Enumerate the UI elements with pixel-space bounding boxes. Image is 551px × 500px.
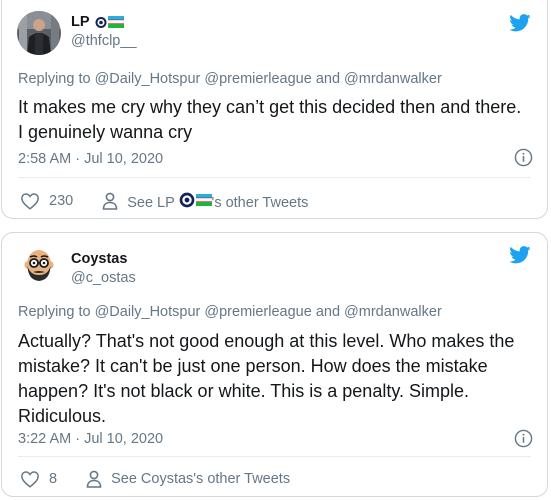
display-name-text: LP bbox=[71, 14, 90, 30]
heart-icon bbox=[21, 193, 39, 210]
see-other-tweets-text: See Coystas's other Tweets bbox=[111, 471, 291, 487]
uzbekistan-flag-icon bbox=[107, 16, 124, 28]
see-other-tweets-link[interactable]: See Coystas's other Tweets bbox=[86, 470, 290, 488]
display-name[interactable]: LP bbox=[71, 13, 137, 31]
person-icon bbox=[86, 470, 102, 488]
tweet-card[interactable]: Coystas @c_ostas Replying to @Daily_Hots… bbox=[1, 232, 548, 497]
see-other-tweets-link[interactable]: See LP 's other Tweets bbox=[102, 191, 308, 211]
tottenham-crest-icon bbox=[95, 16, 107, 28]
reply-mentions[interactable]: @Daily_Hotspur @premierleague and @mrdan… bbox=[95, 71, 442, 87]
twitter-bird-icon[interactable] bbox=[509, 14, 531, 32]
replying-to: Replying to @Daily_Hotspur @premierleagu… bbox=[18, 71, 442, 87]
cartoon-avatar bbox=[17, 244, 61, 288]
info-icon[interactable] bbox=[514, 148, 533, 167]
avatar[interactable] bbox=[17, 11, 61, 55]
tweet-text: Actually? That's not good enough at this… bbox=[18, 331, 515, 426]
replying-to-prefix: Replying to bbox=[18, 71, 91, 87]
timestamp[interactable]: 2:58 AM · Jul 10, 2020 bbox=[18, 151, 163, 167]
divider bbox=[18, 456, 531, 457]
tweet-text: It makes me cry why they can’t get this … bbox=[18, 97, 522, 142]
tottenham-crest-icon bbox=[179, 192, 194, 208]
profile-photo bbox=[17, 11, 61, 55]
person-icon bbox=[102, 192, 118, 210]
handle[interactable]: @thfclp__ bbox=[71, 32, 137, 51]
replying-to: Replying to @Daily_Hotspur @premierleagu… bbox=[18, 304, 442, 320]
like-count: 8 bbox=[49, 471, 58, 487]
handle[interactable]: @c_ostas bbox=[71, 269, 136, 288]
display-name[interactable]: Coystas bbox=[71, 250, 136, 268]
divider bbox=[18, 177, 531, 178]
tweet-card[interactable]: LP @thfclp__ Replying to @Daily_Hotspur … bbox=[1, 0, 548, 219]
see-other-tweets-prefix: See LP bbox=[127, 195, 175, 211]
twitter-bird-icon[interactable] bbox=[509, 246, 531, 264]
avatar[interactable] bbox=[17, 244, 61, 288]
like-count: 230 bbox=[49, 193, 74, 209]
replying-to-prefix: Replying to bbox=[18, 304, 91, 320]
like-button[interactable]: 230 bbox=[20, 192, 73, 210]
like-button[interactable]: 8 bbox=[20, 470, 57, 488]
info-icon[interactable] bbox=[514, 429, 533, 448]
timestamp[interactable]: 3:22 AM · Jul 10, 2020 bbox=[18, 431, 163, 447]
display-name-text: Coystas bbox=[71, 251, 128, 267]
reply-mentions[interactable]: @Daily_Hotspur @premierleague and @mrdan… bbox=[95, 304, 442, 320]
heart-icon bbox=[21, 471, 39, 488]
see-other-tweets-suffix: 's other Tweets bbox=[211, 195, 309, 211]
uzbekistan-flag-icon bbox=[195, 194, 212, 206]
